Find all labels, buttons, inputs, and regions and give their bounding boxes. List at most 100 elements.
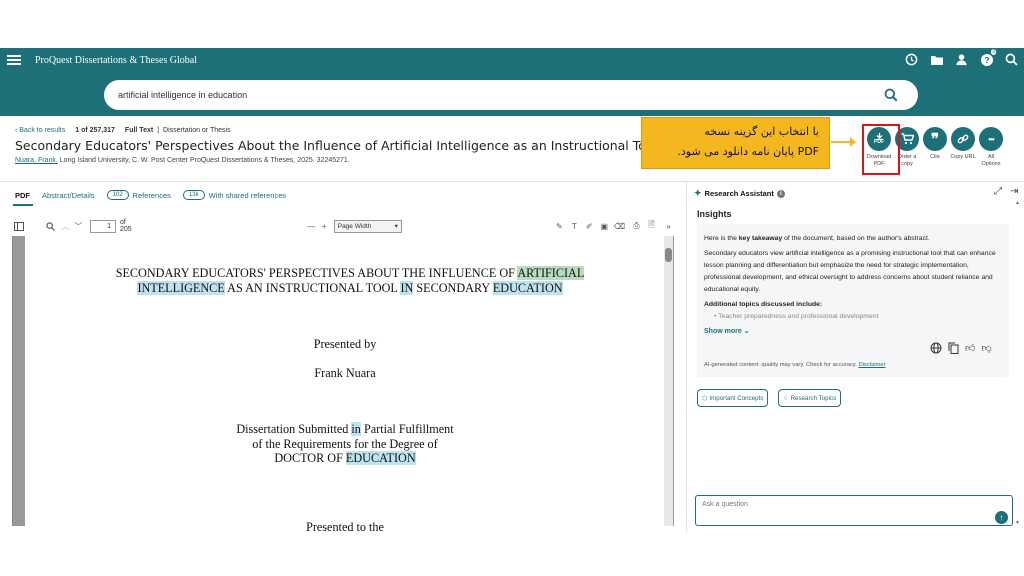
find-icon[interactable] [45,220,56,232]
image-icon[interactable]: ▣ [599,220,610,232]
collapse-panel-icon[interactable]: ⇥ [1010,186,1018,197]
callout-line-2: PDF پایان نامه دانلود می شود. [677,145,819,158]
insights-summary: Secondary educators view artificial inte… [704,250,996,293]
tab-pdf[interactable]: PDF [15,191,30,200]
download-highlight-box [862,124,900,175]
zoom-select[interactable]: Page Width ▾ [333,219,402,233]
screen: ProQuest Dissertations & Theses Global ?… [0,0,1024,576]
search-icon[interactable] [1003,51,1020,68]
more-tools-icon[interactable]: » [663,220,674,232]
important-concepts-chip[interactable]: ⬡ Important Concepts [697,389,769,407]
user-icon[interactable] [953,51,970,68]
topic-bullet: • Teacher preparedness and professional … [714,313,879,320]
fulltext-label: Full Text [124,127,154,134]
show-more-link[interactable]: Show more ⌄ [704,327,750,335]
pdf-author: Frank Nuara [314,366,376,380]
sparkle-icon: ✦ [694,188,702,198]
save-icon[interactable]: 🗎 [646,220,657,232]
zoom-out-icon[interactable]: — [306,220,317,232]
pdf-viewer[interactable]: SECONDARY EDUCATORS' PERSPECTIVES ABOUT … [12,236,674,534]
chevron-down-icon: ⌄ [743,328,750,335]
tab-abstract[interactable]: Abstract/Details [42,191,95,200]
disclaimer-link[interactable]: Disclaimer [858,362,885,368]
tab-shared-references[interactable]: 13k With shared references [182,190,286,200]
sidebar-toggle-icon[interactable] [14,220,25,232]
record-title: Secondary Educators' Perspectives About … [15,138,645,153]
copy-url-button[interactable]: Copy URL [949,127,977,168]
text-tool-icon[interactable]: T [569,220,580,232]
link-icon [951,127,975,151]
author-link[interactable]: Nuara, Frank. [15,157,58,164]
thumbs-up-icon[interactable]: 👍︎ [965,342,975,357]
concepts-icon: ⬡ [702,394,708,402]
research-topics-chip[interactable]: ♢ Research Topics [778,389,842,407]
shared-count-badge: 13k [182,190,205,200]
copy-url-label: Copy URL [950,154,976,160]
document-tabs: PDF Abstract/Details 102 References 13k Wi… [15,190,286,200]
chevron-down-icon: ▾ [394,222,398,230]
print-icon[interactable]: ⎙ [631,220,642,232]
thumbs-down-icon[interactable]: 👎︎ [981,342,991,357]
callout-line-1: با انتخاب این گزینه نسخه [704,125,819,138]
references-count-badge: 102 [106,190,129,200]
cite-button[interactable]: ❞ Cite [921,127,949,168]
record-author-line: Nuara, Frank. Long Island University, C.… [15,157,350,164]
record-meta: ‹ Back to results 1 of 257,317 Full Text… [15,127,231,134]
folder-icon[interactable] [928,51,945,68]
all-options-label: All Options [981,154,1001,167]
pdf-scrollbar[interactable] [664,236,673,526]
pdf-title: SECONDARY EDUCATORS' PERSPECTIVES ABOUT … [115,266,585,295]
scroll-down-icon[interactable]: ▼ [1015,520,1020,526]
additional-topics-heading: Additional topics discussed include: [704,301,823,308]
pdf-scroll-thumb[interactable] [665,248,672,262]
zoom-in-icon[interactable]: + [319,220,330,232]
send-icon[interactable]: ↑ [995,511,1008,524]
callout-arrowhead-icon [850,137,856,147]
insight-actions: 👍︎ 👎︎ [930,342,992,357]
annotation-callout: با انتخاب این گزینه نسخه PDF پایان نامه … [641,117,830,169]
panel-scrollbar[interactable]: ▲ ▼ [1015,200,1021,526]
back-to-results-link[interactable]: ‹ Back to results [15,127,65,134]
pdf-cut-line: Presented to the [306,520,384,534]
insights-intro: Here is the key takeaway of the document… [704,235,930,242]
page-up-icon[interactable]: ︿ [60,220,71,232]
globe-icon[interactable] [930,342,942,357]
highlight-pen-icon[interactable]: ✎ [554,220,565,232]
doc-type: Dissertation or Thesis [163,127,231,134]
panel-divider [686,182,687,532]
page-count: of 205 [120,219,132,233]
page-number-input[interactable]: 1 [89,219,116,233]
insights-heading: Insights [697,209,732,219]
search-input[interactable]: artificial intelligence in education [104,80,918,110]
draw-icon[interactable]: ✐ [584,220,595,232]
search-submit-icon[interactable] [884,88,898,102]
ask-question-input[interactable]: Ask a question ↑ [695,495,1013,526]
research-assistant-title: Research Assistant [704,189,774,198]
page-down-icon[interactable]: ﹀ [73,220,84,232]
pdf-presented-by: Presented by [313,337,377,351]
active-tab-underline [13,204,33,206]
tab-references[interactable]: 102 References [106,190,171,200]
pdf-toolbar: ︿ ﹀ 1 of 205 — + Page Width ▾ ✎ T ✐ ▣ ⌫ ⎙… [12,217,674,235]
more-icon: ••• [979,127,1003,151]
pdf-page: SECONDARY EDUCATORS' PERSPECTIVES ABOUT … [25,236,665,534]
header-divider [0,181,1024,182]
eraser-icon[interactable]: ⌫ [614,220,625,232]
help-icon[interactable]: ? 9 [978,48,997,68]
cite-label: Cite [930,154,940,160]
quote-icon: ❞ [923,127,947,151]
brand-title[interactable]: ProQuest Dissertations & Theses Global [35,55,197,66]
lightbulb-icon: ♢ [783,394,789,402]
top-bar: ProQuest Dissertations & Theses Global ?… [0,48,1024,72]
all-options-button[interactable]: ••• All Options [977,127,1005,168]
search-query: artificial intelligence in education [118,90,248,100]
scroll-up-icon[interactable]: ▲ [1015,200,1020,206]
search-band: artificial intelligence in education [0,72,1024,116]
help-badge: 9 [990,48,997,56]
info-icon[interactable]: i [776,189,785,198]
expand-icon[interactable]: ⤢ [994,186,1002,197]
copy-icon[interactable] [948,342,959,357]
top-bar-icons: ? 9 [903,48,1020,68]
history-icon[interactable] [903,51,920,68]
menu-icon[interactable] [7,55,21,65]
